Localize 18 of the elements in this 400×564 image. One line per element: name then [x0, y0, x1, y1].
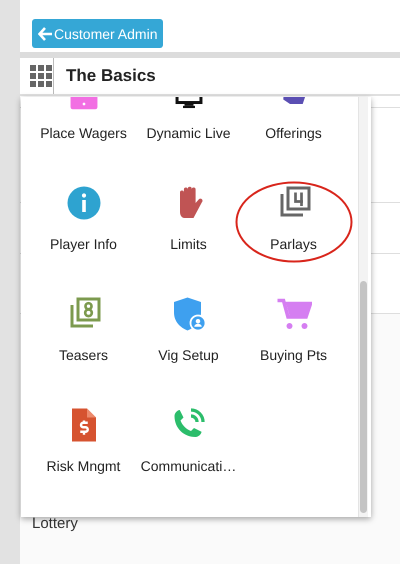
menu-tile[interactable]: Dynamic Live	[146, 97, 231, 152]
info-icon	[66, 185, 102, 221]
menu-tile[interactable]: Place Wagers	[40, 97, 127, 152]
menu-tile[interactable]: Parlays	[270, 163, 317, 263]
menu-tile[interactable]: Risk Mngmt	[46, 385, 120, 485]
menu-tile[interactable]: Buying Pts	[260, 274, 327, 374]
menu-tile[interactable]: Teasers	[58, 274, 108, 374]
menu-tile[interactable]: Offerings	[265, 97, 322, 152]
arrow-left-icon	[38, 26, 53, 40]
section-title: The Basics	[66, 66, 156, 86]
scrollbar-thumb[interactable]	[360, 281, 367, 513]
menu-tile[interactable]: Vig Setup	[158, 274, 219, 374]
grid-icon[interactable]	[30, 65, 52, 87]
list-item[interactable]: Lottery	[32, 515, 400, 532]
menu-tile[interactable]: Limits	[170, 163, 207, 263]
menu-tile[interactable]: Player Info	[50, 163, 117, 263]
cart-icon	[276, 296, 312, 332]
menu-tile[interactable]: Communicati…	[140, 385, 236, 485]
